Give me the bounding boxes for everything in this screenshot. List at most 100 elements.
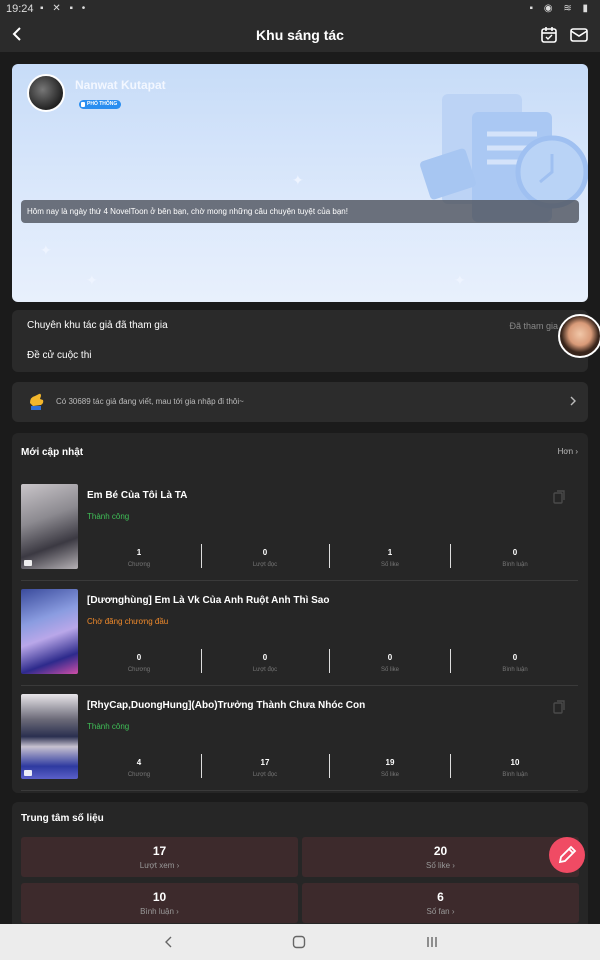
nav-back-icon[interactable] <box>160 934 176 950</box>
fans-label-text: Số fan <box>426 907 450 916</box>
story-title: [Dươnghùng] Em Là Vk Của Anh Ruột Anh Th… <box>87 595 330 606</box>
likes-card[interactable]: 20 Số like › <box>302 837 579 877</box>
nominate-contest-label[interactable]: Đề cử cuộc thi <box>27 350 92 361</box>
fans-card[interactable]: 6 Số fan › <box>302 883 579 923</box>
stat-value: 0 <box>512 548 518 557</box>
stat-value: 0 <box>262 548 268 557</box>
recent-updates-title: Mới cập nhật <box>21 447 84 458</box>
stat-label: Lượt đọc <box>252 562 278 568</box>
stat-label: Bình luận <box>502 562 528 568</box>
system-icons: ▪ ◉ ≋ ▮ <box>529 3 592 14</box>
stat-value: 4 <box>136 758 142 767</box>
stat-label: Chương <box>127 772 151 778</box>
stat-reads: 17 Lượt đọc <box>205 758 325 778</box>
floating-avatar[interactable] <box>558 314 600 358</box>
stat-value: 19 <box>385 758 395 767</box>
views-card[interactable]: 17 Lượt xem › <box>21 837 298 877</box>
story-cover <box>21 589 78 674</box>
comments-value: 10 <box>152 890 167 904</box>
stat-reads: 0 Lượt đọc <box>205 548 325 568</box>
stat-comments: 0 Bình luận <box>455 653 575 673</box>
divider <box>201 544 202 568</box>
story-status: Chờ đăng chương đầu <box>87 617 169 626</box>
writers-banner[interactable]: Có 30689 tác giả đang viết, mau tới gia … <box>12 382 588 422</box>
likes-label: Số like › <box>426 861 455 870</box>
stat-value: 0 <box>136 653 142 662</box>
mail-icon[interactable] <box>570 26 588 44</box>
username: Nanwat Kutapat <box>75 78 166 92</box>
divider <box>450 649 451 673</box>
divider <box>21 790 578 791</box>
fans-value: 6 <box>437 890 444 904</box>
comments-label: Bình luận › <box>140 907 179 916</box>
status-badge: PHỔ THÔNG <box>79 100 122 109</box>
stat-label: Lượt đọc <box>252 772 278 778</box>
stat-label: Số like <box>380 562 399 568</box>
badge-label: PHỔ THÔNG <box>87 101 118 107</box>
stat-likes: 19 Số like <box>330 758 450 778</box>
status-bar: 19:24 ▪ ✕ ▪ • ▪ ◉ ≋ ▮ <box>0 0 600 18</box>
stat-value: 17 <box>260 758 270 767</box>
data-center-panel: Trung tâm số liệu 17 Lượt xem › 20 Số like… <box>12 802 588 932</box>
story-status: Thành công <box>87 722 130 731</box>
story-title: [RhyCap,DuongHung](Abo)Trưởng Thành Chưa… <box>87 700 366 711</box>
avatar[interactable] <box>27 74 65 112</box>
hand-icon <box>30 393 44 410</box>
comment-icon <box>24 560 32 566</box>
views-label-text: Lượt xem <box>139 861 175 870</box>
story-status: Thành công <box>87 512 130 521</box>
likes-label-text: Số like <box>426 861 451 870</box>
divider <box>201 754 202 778</box>
comment-icon <box>24 770 32 776</box>
welcome-message: Hôm nay là ngày thứ 4 NovelToon ở bên bạ… <box>21 200 579 223</box>
sparkle-icon: ✦ <box>40 242 52 258</box>
more-label: Hơn <box>557 447 574 456</box>
write-button[interactable] <box>549 837 585 873</box>
story-title: Em Bé Của Tôi Là TA <box>87 490 188 501</box>
story-cover <box>21 694 78 779</box>
stat-reads: 0 Lượt đọc <box>205 653 325 673</box>
comments-label-text: Bình luận <box>140 907 174 916</box>
story-item[interactable]: [Dươnghùng] Em Là Vk Của Anh Ruột Anh Th… <box>21 589 578 694</box>
pencil-icon <box>558 845 577 864</box>
fans-label: Số fan › <box>426 907 455 916</box>
stat-label: Bình luận <box>502 772 528 778</box>
stat-value: 0 <box>262 653 268 662</box>
nav-recents-icon[interactable] <box>424 934 440 950</box>
copy-icon[interactable] <box>552 490 566 504</box>
data-center-title: Trung tâm số liệu <box>21 813 104 824</box>
stat-label: Số like <box>380 667 399 673</box>
views-value: 17 <box>152 844 167 858</box>
stat-value: 1 <box>136 548 142 557</box>
stat-chapters: 4 Chương <box>79 758 199 778</box>
more-link[interactable]: Hơn › <box>558 447 578 456</box>
system-nav-bar <box>0 924 600 960</box>
joined-contest-label[interactable]: Chuyên khu tác giả đã tham gia <box>27 320 168 331</box>
recent-updates-panel: Mới cập nhật Hơn › Em Bé Của Tôi Là TA T… <box>12 433 588 793</box>
stat-chapters: 0 Chương <box>79 653 199 673</box>
status-time: 19:24 <box>6 3 34 15</box>
story-item[interactable]: [RhyCap,DuongHung](Abo)Trưởng Thành Chưa… <box>21 694 578 799</box>
likes-value: 20 <box>433 844 448 858</box>
joined-contest-status[interactable]: Đã tham gia <box>509 321 558 331</box>
views-label: Lượt xem › <box>139 861 180 870</box>
divider <box>21 685 578 686</box>
divider <box>201 649 202 673</box>
divider <box>21 580 578 581</box>
app-bar: Khu sáng tác <box>0 18 600 52</box>
profile-card: ✦ ✦ ✦ ✦ Nanwat Kutapat PHỔ THÔNG Hôm nay… <box>12 64 588 302</box>
comments-card[interactable]: 10 Bình luận › <box>21 883 298 923</box>
nav-home-icon[interactable] <box>291 934 307 950</box>
stat-value: 0 <box>512 653 518 662</box>
stat-value: 10 <box>510 758 520 767</box>
story-item[interactable]: Em Bé Của Tôi Là TA Thành công 1 Chương 0… <box>21 484 578 589</box>
writers-count-text: Có 30689 tác giả đang viết, mau tới gia … <box>56 397 244 406</box>
copy-icon[interactable] <box>552 700 566 714</box>
stat-label: Số like <box>380 772 399 778</box>
divider <box>450 544 451 568</box>
stat-comments: 10 Bình luận <box>455 758 575 778</box>
sparkle-icon: ✦ <box>86 272 98 288</box>
story-cover <box>21 484 78 569</box>
calendar-icon[interactable] <box>540 26 558 44</box>
notification-icons: ▪ ✕ ▪ • <box>40 3 89 14</box>
